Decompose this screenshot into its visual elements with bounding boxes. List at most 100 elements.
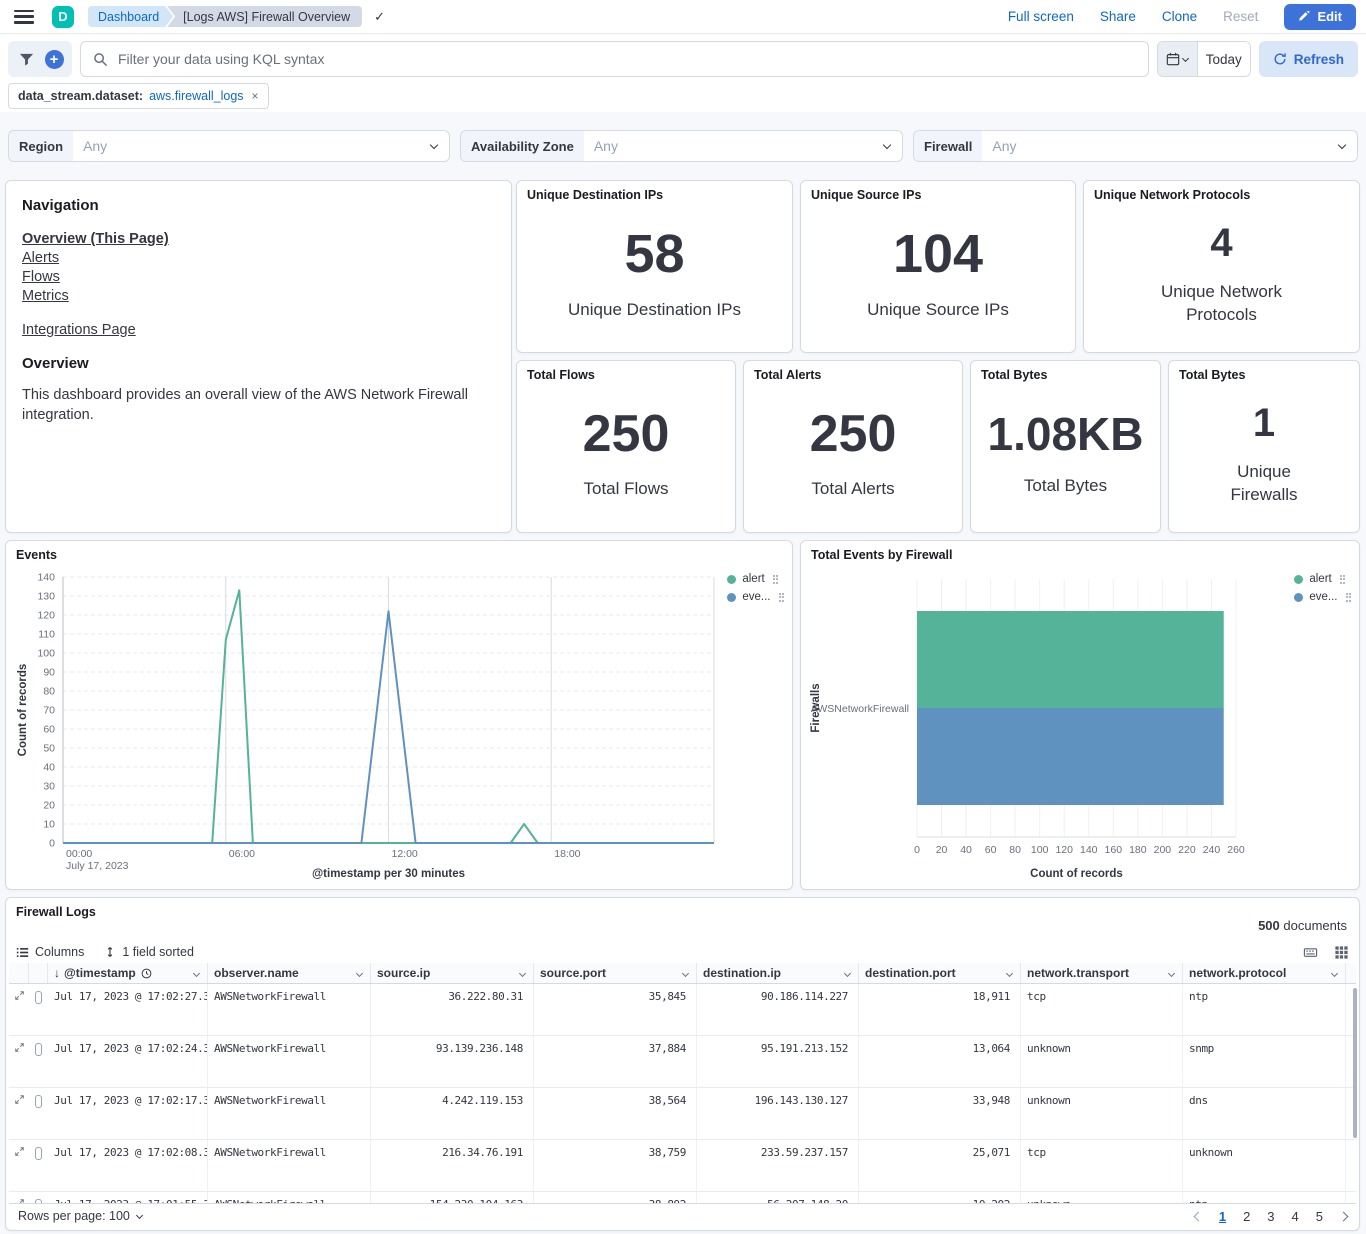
- row-checkbox[interactable]: [35, 1147, 42, 1160]
- breadcrumb-dashboard[interactable]: Dashboard: [88, 6, 173, 27]
- column-header-destination-ip[interactable]: destination.ip: [697, 963, 859, 983]
- share-button[interactable]: Share: [1100, 9, 1136, 24]
- columns-button[interactable]: Columns: [16, 945, 84, 959]
- table-row: Jul 17, 2023 @ 17:02:17.328AWSNetworkFir…: [9, 1088, 1356, 1140]
- firewall-bar-chart: 020406080100120140160180200220240260AWSN…: [801, 541, 1361, 891]
- expand-document-icon[interactable]: [14, 1094, 25, 1139]
- svg-text:0: 0: [914, 844, 920, 856]
- nav-link-overview[interactable]: Overview (This Page): [22, 230, 495, 249]
- nav-link-metrics[interactable]: Metrics: [22, 287, 495, 306]
- svg-text:@timestamp per 30 minutes: @timestamp per 30 minutes: [312, 868, 465, 880]
- calendar-dropdown-button[interactable]: [1158, 42, 1198, 76]
- header-expand-column: [9, 963, 29, 983]
- legend-item-eve[interactable]: eve...: [1294, 591, 1351, 603]
- row-checkbox[interactable]: [35, 991, 42, 1004]
- control-firewall[interactable]: Firewall Any: [913, 130, 1358, 162]
- control-region[interactable]: Region Any: [8, 130, 450, 162]
- edit-button[interactable]: Edit: [1284, 4, 1356, 30]
- nav-link-integrations[interactable]: Integrations Page: [22, 321, 495, 340]
- rows-per-page-button[interactable]: Rows per page: 100: [18, 1209, 142, 1223]
- column-header-source-ip[interactable]: source.ip: [371, 963, 534, 983]
- reset-button[interactable]: Reset: [1223, 9, 1258, 24]
- metric-value: 1: [1253, 403, 1275, 443]
- add-filter-button[interactable]: +: [40, 45, 68, 73]
- svg-text:160: 160: [1105, 844, 1123, 856]
- events-line-chart: 010203040506070809010011012013014000:00J…: [6, 541, 794, 891]
- fullscreen-grid-icon[interactable]: [1334, 945, 1349, 960]
- cell-destination-port: 13,064: [859, 1036, 1021, 1087]
- grid-scrollbar[interactable]: [1353, 988, 1357, 1138]
- nav-link-flows[interactable]: Flows: [22, 268, 495, 287]
- display-options-icon[interactable]: [1303, 945, 1318, 960]
- expand-document-icon[interactable]: [14, 1146, 25, 1191]
- sort-descending-icon: ↓: [54, 966, 60, 980]
- metric-value: 4: [1210, 223, 1232, 263]
- date-range-label[interactable]: Today: [1198, 42, 1250, 76]
- legend-drag-handle-icon[interactable]: [773, 575, 779, 584]
- cell--timestamp: Jul 17, 2023 @ 17:02:24.328: [48, 1036, 208, 1087]
- svg-text:140: 140: [37, 572, 55, 584]
- column-header-source-port[interactable]: source.port: [534, 963, 697, 983]
- metric-label: Unique Network Protocols: [1147, 281, 1297, 325]
- top-actions: Full screen Share Clone Reset Edit: [1008, 4, 1356, 30]
- expand-document-icon[interactable]: [14, 990, 25, 1035]
- page-1[interactable]: 1: [1219, 1209, 1226, 1224]
- row-checkbox[interactable]: [35, 1043, 42, 1056]
- search-icon: [93, 52, 108, 67]
- cell-source-ip: 216.34.76.191: [371, 1140, 534, 1191]
- nav-link-alerts[interactable]: Alerts: [22, 249, 495, 268]
- control-availability-zone[interactable]: Availability Zone Any: [460, 130, 903, 162]
- search-input[interactable]: [116, 50, 1136, 68]
- refresh-button[interactable]: Refresh: [1259, 41, 1358, 77]
- page-2[interactable]: 2: [1243, 1209, 1250, 1224]
- page-3[interactable]: 3: [1267, 1209, 1274, 1224]
- kql-search-bar[interactable]: [80, 41, 1149, 77]
- legend-drag-handle-icon[interactable]: [779, 593, 785, 602]
- menu-hamburger-icon[interactable]: [14, 10, 34, 24]
- next-page-icon[interactable]: [1339, 1211, 1349, 1221]
- column-header-network-transport[interactable]: network.transport: [1021, 963, 1183, 983]
- row-checkbox[interactable]: [35, 1095, 42, 1108]
- table-row: Jul 17, 2023 @ 17:02:24.328AWSNetworkFir…: [9, 1036, 1356, 1088]
- column-header-observer-name[interactable]: observer.name: [208, 963, 371, 983]
- legend-item-alert[interactable]: alert: [1294, 573, 1351, 585]
- svg-text:110: 110: [38, 629, 55, 641]
- cell-source-port: 38,564: [534, 1088, 697, 1139]
- legend-item-alert[interactable]: alert: [727, 573, 784, 585]
- chart-legend: alert eve...: [727, 573, 784, 603]
- svg-text:100: 100: [1031, 844, 1049, 856]
- filter-funnel-icon[interactable]: [12, 45, 40, 73]
- check-icon[interactable]: ✓: [374, 9, 385, 25]
- sort-fields-button[interactable]: 1 field sorted: [104, 945, 194, 959]
- svg-text:40: 40: [43, 762, 55, 774]
- column-header-network-protocol[interactable]: network.protocol: [1183, 963, 1346, 983]
- filter-pill-datastream[interactable]: data_stream.dataset: aws.firewall_logs ×: [8, 83, 269, 109]
- page-4[interactable]: 4: [1292, 1209, 1299, 1224]
- svg-text:80: 80: [1009, 844, 1021, 856]
- page-5[interactable]: 5: [1316, 1209, 1323, 1224]
- metric-label: Total Bytes: [1024, 475, 1107, 497]
- remove-filter-icon[interactable]: ×: [252, 89, 259, 103]
- legend-drag-handle-icon[interactable]: [1346, 593, 1352, 602]
- chevron-down-icon: [519, 969, 526, 976]
- expand-document-icon[interactable]: [14, 1042, 25, 1087]
- svg-text:50: 50: [43, 743, 55, 755]
- clone-button[interactable]: Clone: [1162, 9, 1197, 24]
- full-screen-button[interactable]: Full screen: [1008, 9, 1074, 24]
- column-header--timestamp[interactable]: ↓@timestamp: [48, 963, 208, 983]
- metric-label: Unique Destination IPs: [568, 299, 741, 321]
- svg-text:18:00: 18:00: [554, 848, 580, 860]
- previous-page-icon[interactable]: [1193, 1211, 1203, 1221]
- space-avatar[interactable]: D: [52, 6, 74, 28]
- svg-text:10: 10: [43, 819, 55, 831]
- legend-drag-handle-icon[interactable]: [1340, 575, 1346, 584]
- column-header-destination-port[interactable]: destination.port: [859, 963, 1021, 983]
- navigation-panel: Navigation Overview (This Page) Alerts F…: [5, 180, 512, 533]
- legend-label: eve...: [742, 591, 770, 603]
- legend-item-eve[interactable]: eve...: [727, 591, 784, 603]
- cell-destination-ip: 95.191.213.152: [697, 1036, 859, 1087]
- dashboard-area: Region Any Availability Zone Any Firewal…: [0, 112, 1366, 1234]
- svg-text:220: 220: [1178, 844, 1196, 856]
- plus-icon: +: [45, 50, 64, 69]
- svg-text:240: 240: [1203, 844, 1221, 856]
